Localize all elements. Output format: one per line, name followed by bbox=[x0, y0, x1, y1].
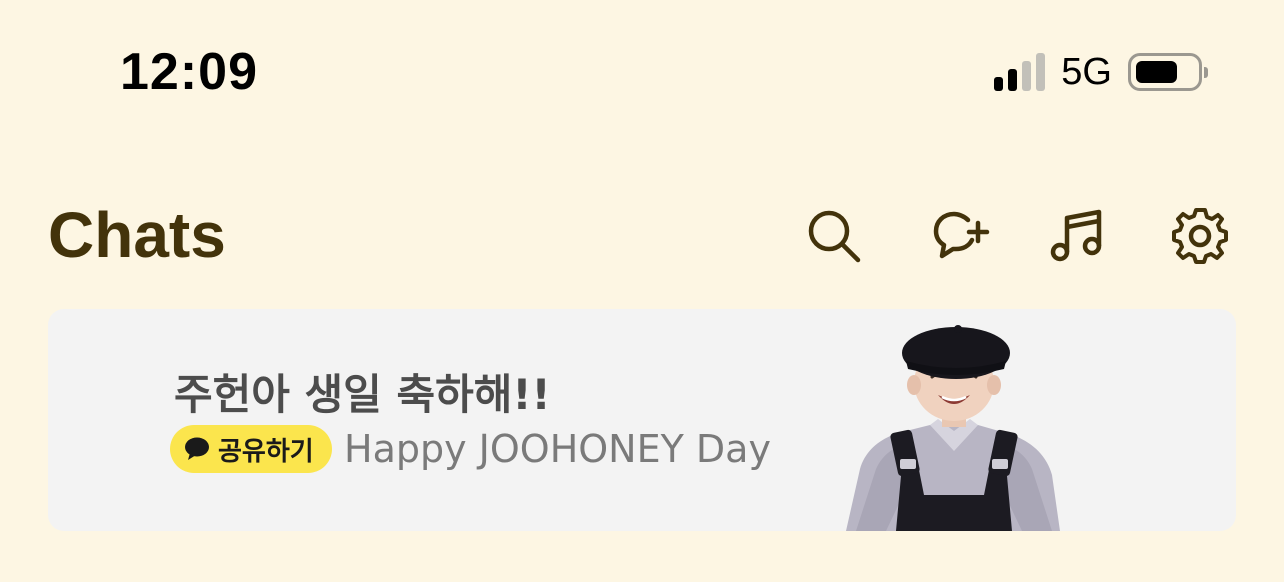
status-indicators: 5G bbox=[994, 50, 1208, 94]
share-button[interactable]: 공유하기 bbox=[170, 425, 332, 473]
page-title: Chats bbox=[48, 199, 226, 271]
signal-strength-icon bbox=[994, 53, 1046, 91]
signal-bar bbox=[1036, 53, 1046, 91]
child-photo bbox=[846, 325, 1060, 531]
banner-subtitle: Happy JOOHONEY Day bbox=[344, 427, 771, 471]
promo-banner[interactable]: 주헌아 생일 축하해!! 공유하기 Happy JOOHONEY Day bbox=[48, 309, 1236, 531]
search-button[interactable] bbox=[802, 204, 866, 268]
battery-level bbox=[1136, 61, 1177, 83]
status-time: 12:09 bbox=[120, 43, 258, 101]
signal-bar bbox=[1008, 69, 1018, 91]
status-bar: 12:09 5G bbox=[0, 0, 1284, 140]
banner-title: 주헌아 생일 축하해!! bbox=[174, 370, 551, 419]
battery-icon bbox=[1128, 53, 1208, 91]
speech-bubble-icon bbox=[185, 437, 209, 460]
search-icon bbox=[808, 210, 861, 263]
signal-bar bbox=[1022, 61, 1032, 91]
new-chat-icon bbox=[933, 211, 990, 259]
share-label: 공유하기 bbox=[218, 436, 314, 467]
music-icon bbox=[1050, 209, 1102, 262]
settings-button[interactable] bbox=[1168, 204, 1232, 268]
signal-bar bbox=[994, 77, 1004, 91]
network-type: 5G bbox=[1061, 50, 1112, 93]
settings-icon bbox=[1172, 208, 1228, 264]
new-chat-button[interactable] bbox=[928, 204, 992, 268]
music-button[interactable] bbox=[1044, 204, 1108, 268]
chats-header: Chats bbox=[0, 190, 1284, 290]
battery-tip bbox=[1204, 67, 1208, 78]
